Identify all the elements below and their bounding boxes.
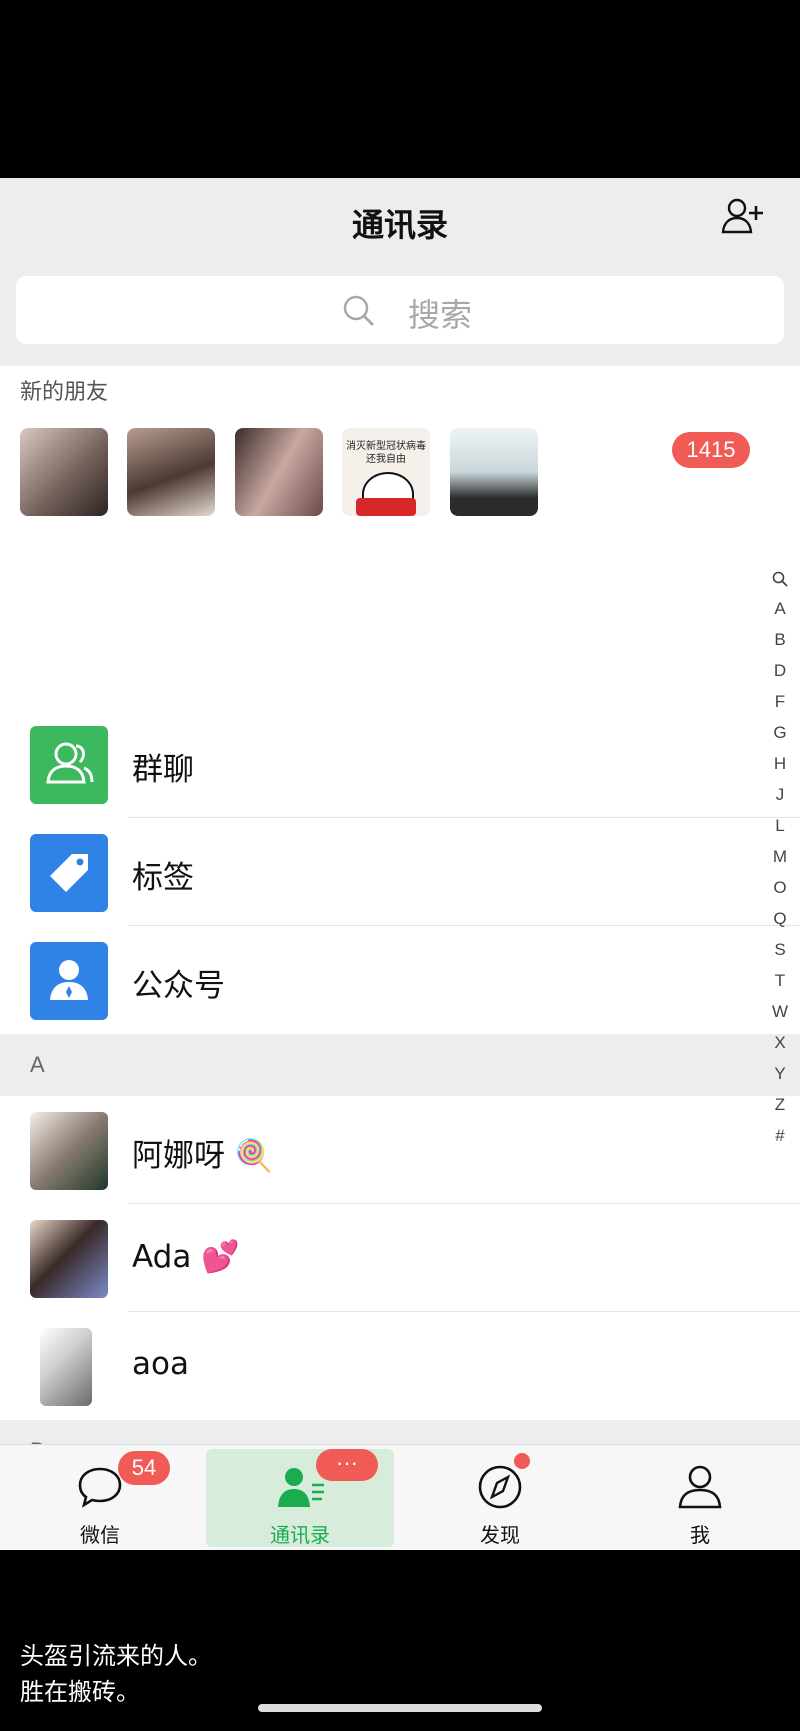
- index-letter[interactable]: T: [766, 965, 794, 996]
- caption-line: 头盔引流来的人。: [20, 1642, 212, 1670]
- tab-contacts[interactable]: ··· 通讯录: [200, 1445, 400, 1550]
- caption: 头盔引流来的人。 胜在搬砖。: [20, 1638, 212, 1710]
- row-label: 标签: [132, 860, 194, 896]
- index-letter[interactable]: F: [766, 686, 794, 717]
- add-friend-icon[interactable]: [720, 196, 766, 236]
- contacts-screen: 通讯录 搜索 新的朋友 消灭新型冠状病毒 还我自由 1415 群聊 标签 公众号…: [0, 178, 800, 1550]
- tab-discover[interactable]: 发现: [400, 1445, 600, 1550]
- tab-label: 发现: [480, 1523, 520, 1547]
- section-letter: A: [30, 1052, 45, 1077]
- row-label: 公众号: [132, 968, 225, 1004]
- official-account-icon: [30, 942, 108, 1020]
- index-letter[interactable]: W: [766, 996, 794, 1027]
- tab-bar: 54 微信 ··· 通讯录 发现 我: [0, 1444, 800, 1550]
- row-official-accounts[interactable]: 公众号: [0, 926, 800, 1034]
- contact-name: Ada 💕: [132, 1239, 240, 1275]
- contacts-badge: ···: [316, 1449, 378, 1481]
- contact-row[interactable]: 阿娜呀 🍭: [0, 1096, 800, 1204]
- index-letter[interactable]: A: [766, 593, 794, 624]
- contact-row[interactable]: Ada 💕: [0, 1204, 800, 1312]
- new-friend-avatar[interactable]: [127, 428, 215, 516]
- new-friend-avatar[interactable]: 消灭新型冠状病毒 还我自由: [342, 428, 430, 516]
- index-letter[interactable]: X: [766, 1027, 794, 1058]
- unread-badge: 54: [118, 1451, 170, 1485]
- contact-row[interactable]: aoa: [0, 1312, 800, 1420]
- group-chat-icon: [30, 726, 108, 804]
- search-bar[interactable]: 搜索: [16, 276, 784, 344]
- search-icon: [343, 295, 374, 326]
- tab-label: 微信: [80, 1523, 120, 1547]
- new-friend-avatar[interactable]: [450, 428, 538, 516]
- index-letter[interactable]: M: [766, 841, 794, 872]
- tab-label: 我: [690, 1523, 710, 1547]
- index-letter[interactable]: L: [766, 810, 794, 841]
- index-letter[interactable]: J: [766, 779, 794, 810]
- avatar: [30, 1112, 108, 1190]
- index-letter[interactable]: D: [766, 655, 794, 686]
- new-friends-title: 新的朋友: [20, 380, 109, 405]
- alphabet-index[interactable]: A B D F G H J L M O Q S T W X Y Z #: [766, 562, 794, 1151]
- index-letter[interactable]: Z: [766, 1089, 794, 1120]
- notification-dot: [514, 1453, 530, 1469]
- new-friends-panel[interactable]: [0, 366, 800, 710]
- new-friend-avatar[interactable]: [235, 428, 323, 516]
- tab-me[interactable]: 我: [600, 1445, 800, 1550]
- search-placeholder: 搜索: [408, 296, 473, 334]
- compass-icon: [478, 1465, 522, 1509]
- index-search-icon[interactable]: [766, 562, 794, 593]
- caption-line: 胜在搬砖。: [20, 1678, 140, 1706]
- row-label: 群聊: [132, 752, 194, 788]
- index-letter[interactable]: H: [766, 748, 794, 779]
- contact-name: 阿娜呀 🍭: [132, 1138, 274, 1174]
- new-friends-badge: 1415: [672, 432, 750, 468]
- index-letter[interactable]: Y: [766, 1058, 794, 1089]
- tag-icon: [30, 834, 108, 912]
- avatar: [30, 1220, 108, 1298]
- tab-label: 通讯录: [270, 1523, 330, 1547]
- avatar: [40, 1328, 92, 1406]
- person-icon: [678, 1465, 722, 1509]
- header: 通讯录: [0, 178, 800, 262]
- index-letter[interactable]: #: [766, 1120, 794, 1151]
- home-indicator: [258, 1704, 542, 1712]
- index-letter[interactable]: G: [766, 717, 794, 748]
- red-banner: [356, 498, 416, 516]
- page-title: 通讯录: [351, 206, 448, 244]
- row-group-chats[interactable]: 群聊: [0, 710, 800, 818]
- index-letter[interactable]: O: [766, 872, 794, 903]
- row-tags[interactable]: 标签: [0, 818, 800, 926]
- index-letter[interactable]: S: [766, 934, 794, 965]
- meme-text: 消灭新型冠状病毒 还我自由: [346, 441, 426, 465]
- index-letter[interactable]: B: [766, 624, 794, 655]
- section-header: A: [0, 1034, 800, 1096]
- new-friend-avatar[interactable]: [20, 428, 108, 516]
- contact-name: aoa: [132, 1346, 189, 1382]
- tab-chats[interactable]: 54 微信: [0, 1445, 200, 1550]
- index-letter[interactable]: Q: [766, 903, 794, 934]
